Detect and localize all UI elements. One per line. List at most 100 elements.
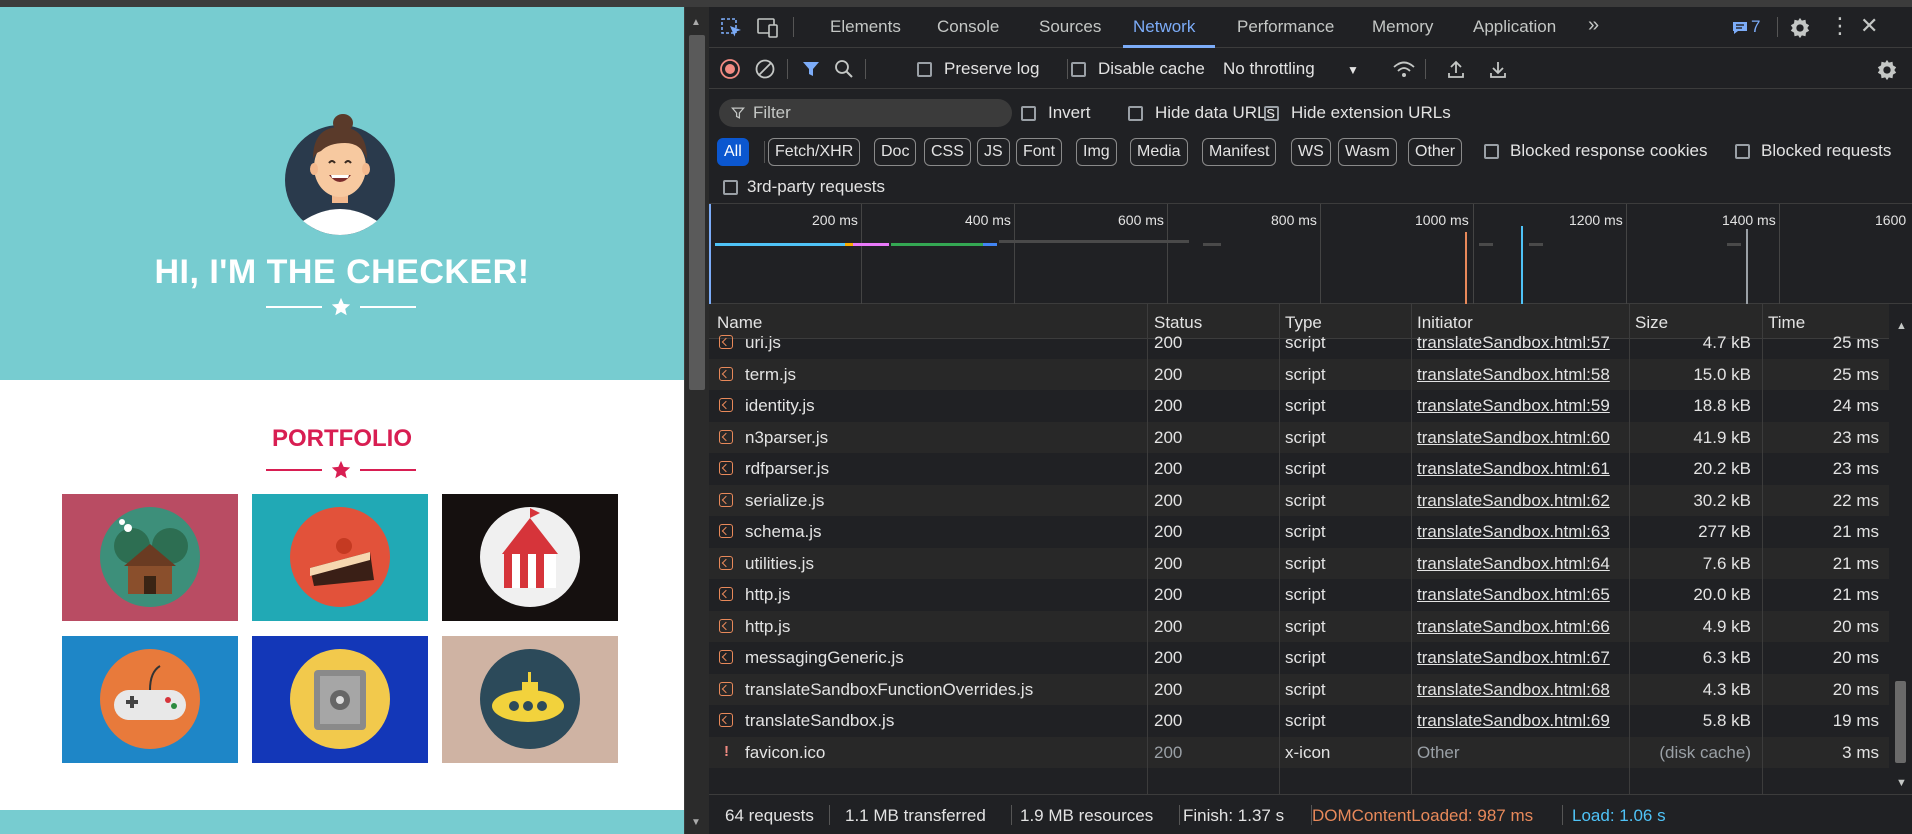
export-har-icon[interactable] <box>1488 59 1508 79</box>
filter-chip-other[interactable]: Other <box>1408 138 1463 166</box>
filter-chip-css[interactable]: CSS <box>924 138 971 166</box>
scroll-down-icon[interactable]: ▼ <box>691 817 701 828</box>
network-settings-icon[interactable] <box>1876 59 1898 81</box>
request-name: favicon.ico <box>745 742 826 762</box>
tab-elements[interactable]: Elements <box>830 17 901 37</box>
request-initiator-link[interactable]: translateSandbox.html:69 <box>1417 711 1610 731</box>
inspect-element-icon[interactable] <box>721 18 743 38</box>
table-row[interactable]: term.js 200 script translateSandbox.html… <box>709 358 1889 390</box>
device-toolbar-icon[interactable] <box>755 17 779 39</box>
table-row[interactable]: serialize.js 200 script translateSandbox… <box>709 484 1889 516</box>
table-row[interactable]: uri.js 200 script translateSandbox.html:… <box>709 327 1889 359</box>
filter-input[interactable]: Filter <box>719 99 1012 127</box>
invert-checkbox[interactable] <box>1021 106 1036 121</box>
filter-chip-img[interactable]: Img <box>1076 138 1117 166</box>
column-separator[interactable] <box>1279 304 1280 794</box>
clear-icon[interactable] <box>755 59 775 79</box>
tab-application[interactable]: Application <box>1473 17 1556 37</box>
close-icon[interactable]: ✕ <box>1860 13 1878 39</box>
tab-memory[interactable]: Memory <box>1372 17 1433 37</box>
tab-performance[interactable]: Performance <box>1237 17 1334 37</box>
request-initiator-link[interactable]: translateSandbox.html:66 <box>1417 617 1610 637</box>
portfolio-tile-gamepad[interactable] <box>62 636 238 763</box>
scroll-thumb[interactable] <box>1895 681 1906 763</box>
table-row[interactable]: ! favicon.ico 200 x-icon Other (disk cac… <box>709 736 1889 768</box>
table-row[interactable]: messagingGeneric.js 200 script translate… <box>709 642 1889 674</box>
hide-extension-urls-checkbox[interactable] <box>1264 106 1279 121</box>
table-row[interactable]: http.js 200 script translateSandbox.html… <box>709 579 1889 611</box>
more-options-icon[interactable]: ⋮ <box>1829 13 1851 39</box>
scroll-up-icon[interactable]: ▲ <box>691 17 701 28</box>
filter-chip-js[interactable]: JS <box>977 138 1010 166</box>
request-initiator-link[interactable]: translateSandbox.html:59 <box>1417 396 1610 416</box>
more-tabs-icon[interactable]: » <box>1588 14 1599 37</box>
filter-icon[interactable] <box>801 59 821 79</box>
portfolio-tile-circus[interactable] <box>442 494 618 621</box>
throttling-select[interactable]: No throttling <box>1223 59 1315 79</box>
table-row[interactable]: translateSandboxFunctionOverrides.js 200… <box>709 673 1889 705</box>
table-row[interactable]: n3parser.js 200 script translateSandbox.… <box>709 421 1889 453</box>
tab-network[interactable]: Network <box>1133 17 1195 37</box>
scroll-thumb[interactable] <box>689 35 705 390</box>
tab-console[interactable]: Console <box>937 17 999 37</box>
request-initiator-link[interactable]: translateSandbox.html:64 <box>1417 554 1610 574</box>
filter-chip-ws[interactable]: WS <box>1291 138 1331 166</box>
request-initiator-link[interactable]: translateSandbox.html:57 <box>1417 333 1610 353</box>
table-row[interactable]: http.js 200 script translateSandbox.html… <box>709 610 1889 642</box>
tab-sources[interactable]: Sources <box>1039 17 1101 37</box>
column-separator[interactable] <box>1147 304 1148 794</box>
search-icon[interactable] <box>834 59 854 79</box>
table-row[interactable]: schema.js 200 script translateSandbox.ht… <box>709 516 1889 548</box>
column-separator[interactable] <box>1629 304 1630 794</box>
request-status: 200 <box>1154 711 1183 730</box>
issues-count[interactable]: 7 <box>1751 17 1760 37</box>
request-initiator-link[interactable]: translateSandbox.html:60 <box>1417 428 1610 448</box>
page-scrollbar[interactable]: ▲ ▼ <box>684 7 709 834</box>
preserve-log-checkbox[interactable] <box>917 62 932 77</box>
table-row[interactable]: rdfparser.js 200 script translateSandbox… <box>709 453 1889 485</box>
chevron-down-icon[interactable]: ▼ <box>1347 59 1359 81</box>
hide-data-urls-checkbox[interactable] <box>1128 106 1143 121</box>
request-initiator-link[interactable]: translateSandbox.html:63 <box>1417 522 1610 542</box>
request-initiator-link[interactable]: translateSandbox.html:67 <box>1417 648 1610 668</box>
column-separator[interactable] <box>1762 304 1763 794</box>
filter-chip-fetch-xhr[interactable]: Fetch/XHR <box>768 138 861 166</box>
filter-chip-media[interactable]: Media <box>1130 138 1188 166</box>
table-row[interactable]: translateSandbox.js 200 script translate… <box>709 705 1889 737</box>
portfolio-tile-cabin[interactable] <box>62 494 238 621</box>
table-row[interactable]: identity.js 200 script translateSandbox.… <box>709 390 1889 422</box>
portfolio-tile-safe[interactable] <box>252 636 428 763</box>
table-row[interactable]: utilities.js 200 script translateSandbox… <box>709 547 1889 579</box>
blocked-requests-checkbox[interactable] <box>1735 144 1750 159</box>
filter-chip-doc[interactable]: Doc <box>874 138 917 166</box>
separator <box>865 59 866 79</box>
request-initiator-link[interactable]: translateSandbox.html:65 <box>1417 585 1610 605</box>
portfolio-tile-submarine[interactable] <box>442 636 618 763</box>
request-type: script <box>1285 553 1326 573</box>
filter-chip-font[interactable]: Font <box>1016 138 1063 166</box>
footer-strip <box>0 810 684 834</box>
scroll-up-icon[interactable]: ▲ <box>1896 320 1907 332</box>
issues-icon[interactable] <box>1731 20 1749 36</box>
filter-chip-all[interactable]: All <box>717 138 749 166</box>
network-overview-timeline[interactable]: 200 ms 400 ms 600 ms 800 ms 1000 ms 1200… <box>709 204 1912 304</box>
record-stop-icon[interactable] <box>720 59 740 79</box>
request-initiator-link[interactable]: translateSandbox.html:68 <box>1417 680 1610 700</box>
scroll-down-icon[interactable]: ▼ <box>1896 777 1907 789</box>
portfolio-tile-cake[interactable] <box>252 494 428 621</box>
filter-chip-manifest[interactable]: Manifest <box>1202 138 1277 166</box>
column-separator[interactable] <box>1411 304 1412 794</box>
third-party-checkbox[interactable] <box>723 180 738 195</box>
blocked-response-cookies-checkbox[interactable] <box>1484 144 1499 159</box>
request-initiator-link[interactable]: translateSandbox.html:62 <box>1417 491 1610 511</box>
import-har-icon[interactable] <box>1446 59 1466 79</box>
request-initiator-link[interactable]: translateSandbox.html:58 <box>1417 365 1610 385</box>
table-scrollbar[interactable]: ▲ ▼ <box>1891 320 1912 795</box>
disable-cache-checkbox[interactable] <box>1071 62 1086 77</box>
settings-gear-icon[interactable] <box>1789 17 1811 39</box>
request-type: script <box>1285 364 1326 384</box>
request-initiator-link[interactable]: translateSandbox.html:61 <box>1417 459 1610 479</box>
network-conditions-icon[interactable] <box>1392 59 1416 79</box>
hide-data-urls-label: Hide data URLs <box>1155 103 1276 122</box>
filter-chip-wasm[interactable]: Wasm <box>1338 138 1397 166</box>
